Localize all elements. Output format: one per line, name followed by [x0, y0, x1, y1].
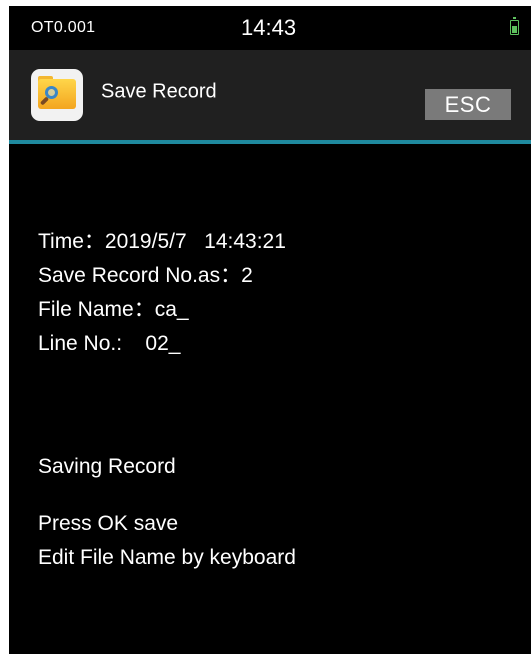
record-time-value: 2019/5/7 14:43:21 — [104, 230, 286, 253]
page-title: Save Record — [101, 80, 217, 103]
record-number-row: Save Record No.as：2 — [38, 261, 253, 291]
saving-status: Saving Record — [38, 455, 176, 478]
device-screen: OT0.001 14:43 Save Record ESC Time：2019/… — [9, 6, 531, 654]
record-time-row: Time：2019/5/7 14:43:21 — [38, 227, 286, 257]
battery-icon — [510, 17, 519, 35]
status-id: OT0.001 — [31, 19, 96, 36]
page-header: Save Record ESC — [9, 50, 531, 140]
status-bar: OT0.001 14:43 — [9, 6, 531, 50]
header-divider — [9, 140, 531, 144]
file-name-field[interactable]: ca_ — [155, 298, 189, 321]
file-name-label: File Name： — [38, 298, 155, 321]
status-clock: 14:43 — [241, 15, 297, 40]
line-number-row: Line No.: 02_ — [38, 329, 180, 359]
instruction-edit: Edit File Name by keyboard — [38, 546, 296, 569]
folder-search-icon — [31, 69, 83, 121]
line-number-field[interactable]: 02_ — [145, 332, 180, 355]
record-number-value: 2 — [241, 264, 253, 287]
esc-button[interactable]: ESC — [425, 89, 511, 120]
record-time-label: Time： — [38, 230, 105, 253]
line-number-label: Line No.: — [38, 332, 146, 355]
record-number-label: Save Record No.as： — [38, 264, 242, 287]
file-name-row: File Name：ca_ — [38, 295, 189, 325]
instruction-ok: Press OK save — [38, 512, 179, 535]
